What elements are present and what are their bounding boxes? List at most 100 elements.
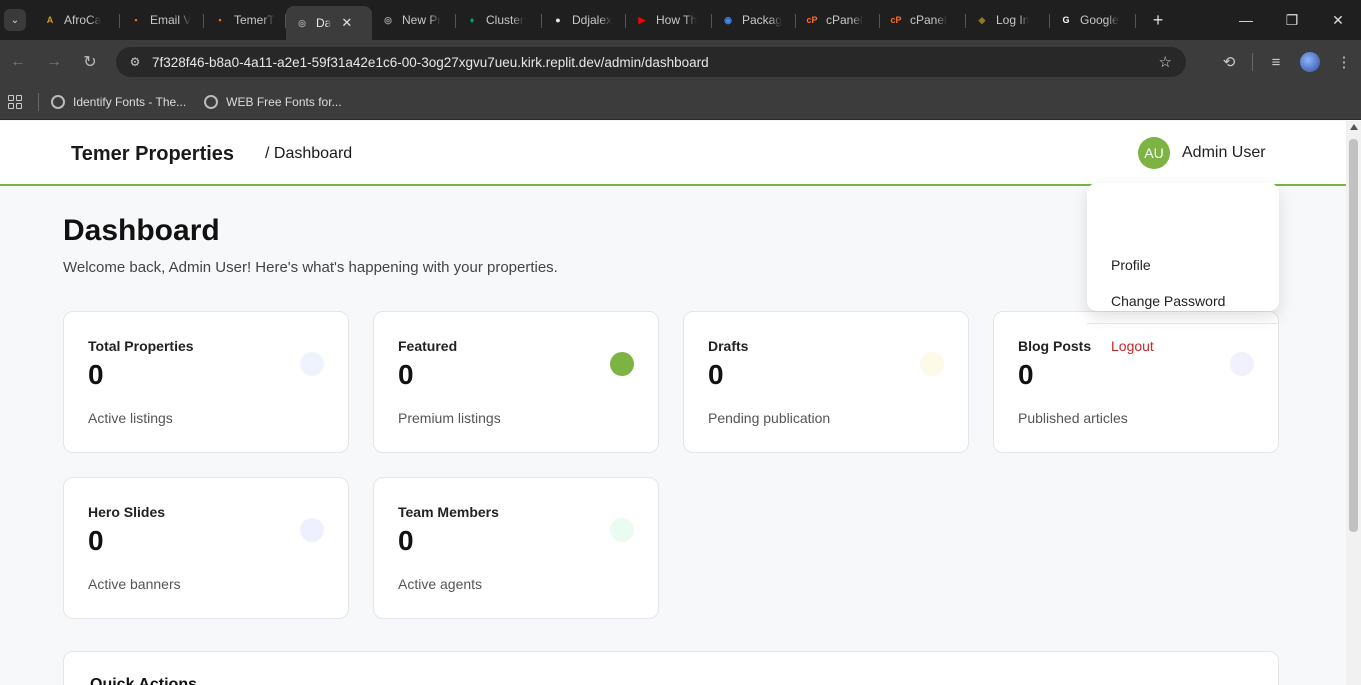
bookmarks-bar: Identify Fonts - The... WEB Free Fonts f…: [0, 84, 1361, 120]
window-controls: — ❐ ✕: [1223, 0, 1361, 40]
tab-label: Google: [1080, 13, 1119, 27]
page-title: Dashboard: [63, 214, 220, 247]
tab-label: TemerT: [234, 13, 275, 27]
browser-tab[interactable]: ▪ Email V: [120, 4, 204, 36]
browser-tab[interactable]: A AfroCa: [34, 4, 120, 36]
stat-card-label: Featured: [398, 338, 458, 354]
tab-label: cPanel: [910, 13, 947, 27]
history-icon[interactable]: ⟲: [1212, 53, 1246, 71]
new-tab-button[interactable]: +: [1146, 10, 1170, 31]
browser-tab-strip: ⌄ A AfroCa ▪ Email V ▪ TemerT ◎ Da ✕ ◎ New Pr ♦ Clus…: [0, 0, 1361, 40]
browser-tab[interactable]: ▶ How Th: [626, 4, 712, 36]
tab-favicon-icon: ◎: [298, 17, 306, 28]
user-name: Admin User: [1182, 144, 1266, 161]
tab-favicon-icon: cP: [890, 15, 902, 25]
stat-card-note: Active agents: [398, 576, 483, 592]
stat-card-blog-posts: Blog Posts 0 Published articles: [993, 311, 1279, 453]
avatar: AU: [1138, 137, 1170, 169]
menu-item-change-password[interactable]: Change Password: [1111, 293, 1225, 309]
stat-card-label: Blog Posts: [1018, 338, 1092, 354]
tab-label: How Th: [656, 13, 698, 27]
stat-card-label: Total Properties: [88, 338, 194, 354]
bookmark-star-icon[interactable]: ☆: [1159, 53, 1172, 71]
apps-grid-icon[interactable]: [8, 94, 22, 109]
user-menu-toggle[interactable]: AU Admin User: [1138, 137, 1266, 169]
page-scrollbar[interactable]: [1346, 121, 1361, 685]
page-subtitle: Welcome back, Admin User! Here's what's …: [63, 259, 558, 276]
toolbar-divider: [1252, 53, 1253, 71]
scroll-up-arrow-icon[interactable]: [1350, 124, 1358, 130]
bookmark-item[interactable]: Identify Fonts - The...: [51, 94, 186, 109]
stat-card-note: Active listings: [88, 410, 173, 426]
tab-favicon-icon: G: [1062, 15, 1070, 25]
menu-item-profile[interactable]: Profile: [1111, 257, 1151, 273]
tab-favicon-icon: ♦: [469, 15, 475, 25]
media-controls-icon[interactable]: ≡: [1259, 54, 1293, 71]
close-window-icon[interactable]: ✕: [1315, 0, 1361, 40]
tab-favicon-icon: ▪: [218, 15, 222, 25]
tab-favicon-icon: ▶: [638, 14, 646, 25]
browser-tab[interactable]: cP cPanel: [796, 4, 880, 36]
tab-favicon-icon: cP: [806, 15, 818, 25]
tab-label: Log In: [996, 13, 1030, 27]
stat-card-label: Drafts: [708, 338, 749, 354]
toolbar-actions: ⟲ ≡ ⋮: [1212, 40, 1361, 84]
stat-card-icon: [610, 352, 634, 376]
browser-tab[interactable]: G Google: [1050, 4, 1136, 36]
menu-item-logout[interactable]: Logout: [1111, 338, 1154, 354]
tab-label: cPanel: [826, 13, 863, 27]
tab-list: A AfroCa ▪ Email V ▪ TemerT ◎ Da ✕ ◎ New Pr ♦ Cluste…: [34, 0, 1136, 40]
tab-label: Email V: [150, 13, 192, 27]
tab-label: Packag: [742, 13, 783, 27]
url-text[interactable]: 7f328f46-b8a0-4a11-a2e1-59f31a42e1c6-00-…: [152, 55, 709, 70]
stat-card-value: 0: [708, 359, 724, 390]
address-bar[interactable]: ⚙ 7f328f46-b8a0-4a11-a2e1-59f31a42e1c6-0…: [116, 47, 1186, 77]
tab-close-icon[interactable]: ✕: [341, 15, 352, 31]
browser-tab[interactable]: ◎ Da ✕: [286, 6, 372, 40]
page-content: Temer Properties / Dashboard AU Admin Us…: [0, 121, 1346, 685]
tab-label: AfroCa: [64, 13, 102, 27]
stat-card-note: Active banners: [88, 576, 181, 592]
browser-toolbar: ← → ↻ ⚙ 7f328f46-b8a0-4a11-a2e1-59f31a42…: [0, 40, 1361, 84]
stat-card-label: Team Members: [398, 504, 499, 520]
reload-icon[interactable]: ↻: [72, 52, 108, 72]
tab-label: Da: [316, 16, 332, 30]
back-arrow-icon[interactable]: ←: [0, 53, 36, 71]
minimize-icon[interactable]: —: [1223, 0, 1269, 40]
bookmarks-divider: [38, 92, 39, 111]
browser-tab[interactable]: cP cPanel: [880, 4, 966, 36]
more-menu-icon[interactable]: ⋮: [1327, 53, 1361, 71]
stat-card-value: 0: [88, 359, 104, 390]
profile-avatar-icon[interactable]: [1300, 52, 1320, 72]
bookmark-label: WEB Free Fonts for...: [226, 94, 342, 109]
stat-card-featured: Featured 0 Premium listings: [373, 311, 659, 453]
restore-icon[interactable]: ❐: [1269, 0, 1315, 40]
browser-tab[interactable]: ◆ Log In: [966, 4, 1050, 36]
stat-card-value: 0: [88, 525, 104, 556]
browser-tab[interactable]: ● Ddjalex: [542, 4, 626, 36]
tab-favicon-icon: ▪: [134, 15, 138, 25]
browser-tab[interactable]: ♦ Cluster: [456, 4, 542, 36]
stat-card-note: Pending publication: [708, 410, 831, 426]
stat-card-note: Published articles: [1018, 410, 1128, 426]
tab-favicon-icon: ●: [555, 15, 561, 25]
quick-actions-title: Quick Actions: [90, 676, 197, 685]
forward-arrow-icon[interactable]: →: [36, 53, 72, 71]
stat-card-value: 0: [1018, 359, 1034, 390]
bookmark-item[interactable]: WEB Free Fonts for...: [204, 94, 342, 109]
browser-tab[interactable]: ▪ TemerT: [204, 4, 286, 36]
stat-card-label: Hero Slides: [88, 504, 166, 520]
brand-logo-text[interactable]: Temer Properties: [71, 143, 234, 166]
tab-label: New Pr: [402, 13, 442, 27]
scrollbar-thumb[interactable]: [1349, 139, 1358, 532]
url-host: 7f328f46-b8a0-4a11-a2e1-59f31a42e1c6-00-…: [152, 54, 601, 70]
tab-label: Cluster: [486, 13, 525, 27]
stat-card-icon: [300, 518, 324, 542]
breadcrumb: / Dashboard: [265, 145, 353, 162]
site-info-icon[interactable]: ⚙: [122, 51, 148, 73]
browser-tab[interactable]: ◎ New Pr: [372, 4, 456, 36]
globe-icon: [51, 94, 65, 109]
tab-search-icon[interactable]: ⌄: [4, 9, 26, 31]
browser-tab[interactable]: ◉ Packag: [712, 4, 796, 36]
stat-card-icon: [920, 352, 944, 376]
